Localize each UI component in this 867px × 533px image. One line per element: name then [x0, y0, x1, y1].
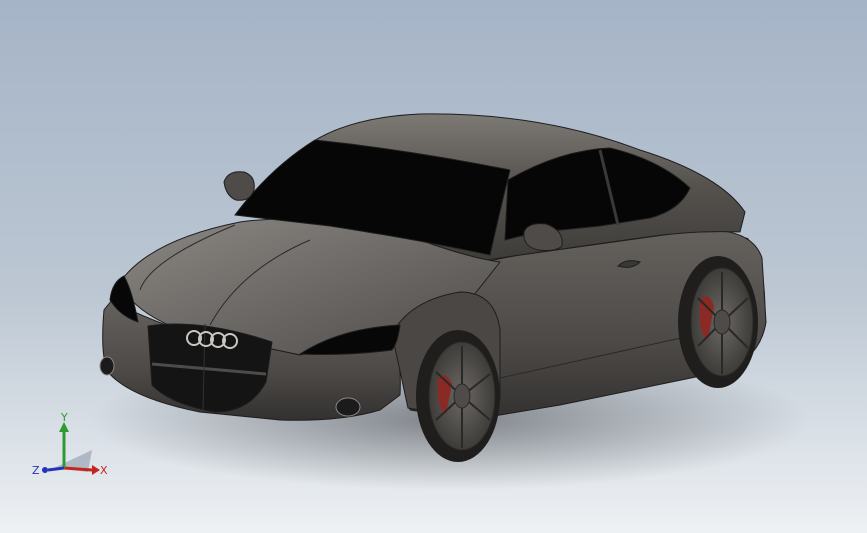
- front-wheel: [416, 330, 500, 462]
- z-axis-dot: [42, 467, 48, 473]
- right-fog-light: [335, 397, 361, 417]
- x-axis-line: [63, 466, 93, 472]
- car-model-scene[interactable]: [0, 0, 867, 533]
- axis-triad[interactable]: X Y Z: [30, 410, 110, 480]
- rear-wheel: [678, 256, 758, 388]
- z-axis-line: [47, 466, 65, 472]
- graphics-viewport[interactable]: X Y Z: [0, 0, 867, 533]
- left-fog-light: [99, 356, 115, 376]
- left-mirror: [223, 171, 255, 201]
- z-axis-label: Z: [32, 464, 40, 477]
- y-axis-label: Y: [60, 411, 68, 424]
- x-axis-arrow: [92, 465, 100, 475]
- x-axis-label: X: [100, 464, 108, 477]
